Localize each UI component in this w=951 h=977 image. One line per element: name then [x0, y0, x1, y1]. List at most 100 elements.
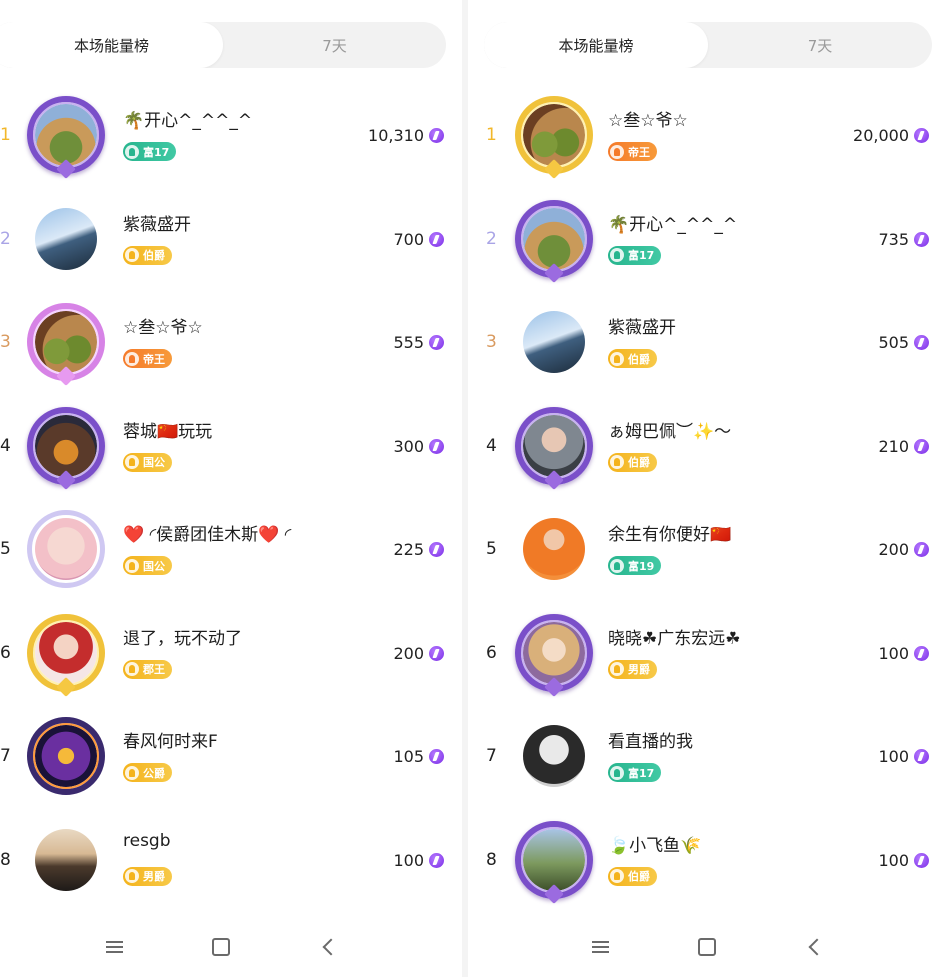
badge-icon [610, 869, 624, 883]
score-value: 20,000 [853, 126, 909, 146]
list-item[interactable]: 3 ☆叁☆爷☆ 帝王 555 [0, 291, 462, 395]
energy-score: 735 [878, 188, 929, 292]
badge-icon [610, 455, 624, 469]
energy-bolt-icon [914, 335, 929, 351]
badge-label: 帝王 [143, 352, 165, 366]
tab-session-energy[interactable]: 本场能量榜 [0, 22, 223, 68]
list-item[interactable]: 1 🌴开心^_^^_^ 富17 10,310 [0, 84, 462, 188]
energy-score: 300 [393, 395, 444, 499]
score-value: 735 [878, 229, 909, 249]
menu-icon[interactable] [580, 917, 620, 977]
score-value: 100 [878, 850, 909, 870]
list-item[interactable]: 2 紫薇盛开 伯爵 700 [0, 188, 462, 292]
list-item[interactable]: 6 晓晓☘广东宏远☘ 男爵 100 [468, 602, 951, 706]
avatar-image [35, 828, 97, 891]
home-icon[interactable] [687, 917, 727, 977]
user-name: 余生有你便好🇨🇳 [608, 525, 732, 545]
avatar[interactable] [26, 717, 106, 795]
avatar[interactable] [26, 613, 106, 697]
energy-bolt-icon [914, 852, 929, 868]
avatar[interactable] [26, 406, 106, 490]
energy-score: 20,000 [853, 84, 929, 188]
list-item[interactable]: 7 看直播的我 富17 100 [468, 705, 951, 809]
avatar[interactable] [26, 303, 106, 386]
badge-label: 帝王 [628, 145, 650, 159]
tab-7-days[interactable]: 7天 [708, 22, 932, 68]
rank-number: 6 [486, 642, 497, 663]
avatar[interactable] [514, 96, 594, 179]
list-item[interactable]: 7 春风何时来F 公爵 105 [0, 705, 462, 809]
home-icon[interactable] [201, 917, 241, 977]
tab-7-days[interactable]: 7天 [223, 22, 446, 68]
energy-score: 10,310 [368, 84, 444, 188]
user-name: 晓晓☘广东宏远☘ [608, 628, 741, 649]
rank-number: 8 [0, 849, 11, 870]
user-name: ❤️ ◜侯爵团佳木斯❤️ ◜ [123, 525, 292, 545]
list-item[interactable]: 6 退了，玩不动了郡王 200 [0, 602, 462, 706]
avatar[interactable] [26, 96, 106, 179]
back-icon[interactable] [308, 917, 348, 977]
user-name: 紫薇盛开 [123, 214, 191, 235]
badge-icon [610, 351, 624, 366]
user-name: 看直播的我 [608, 732, 693, 752]
badge-label: 国公 [143, 559, 165, 573]
list-item[interactable]: 5 余生有你便好🇨🇳 富19 200 [468, 498, 951, 602]
badge-label: 郡王 [143, 663, 165, 676]
avatar[interactable] [514, 406, 594, 490]
leaderboard-panel-right: 本场能量榜 7天 1 ☆叁☆爷☆ 帝王 20,000 2 🌴开心^_^^_^ 富17 735 3… [468, 0, 951, 977]
energy-score: 200 [393, 602, 444, 706]
avatar-frame [27, 717, 105, 795]
score-value: 100 [878, 747, 909, 767]
score-value: 200 [393, 643, 424, 663]
badge-icon [610, 248, 624, 262]
list-item[interactable]: 8 resgb 男爵 100 [0, 809, 462, 913]
level-badge: 国公 [123, 452, 172, 472]
avatar[interactable] [514, 512, 594, 588]
energy-bolt-icon [429, 749, 444, 765]
avatar-image [523, 311, 585, 373]
rank-number: 5 [486, 539, 497, 559]
list-item[interactable]: 4 ぁ姆巴佩︶✨～ 伯爵 210 [468, 395, 951, 499]
energy-score: 100 [878, 809, 929, 913]
list-item[interactable]: 4 蓉城🇨🇳玩玩 国公 300 [0, 395, 462, 499]
energy-bolt-icon [914, 128, 929, 144]
rank-number: 6 [0, 642, 11, 663]
avatar[interactable] [26, 510, 106, 588]
avatar[interactable] [514, 820, 594, 904]
rank-number: 2 [0, 228, 11, 249]
avatar[interactable] [26, 823, 106, 899]
avatar[interactable] [514, 305, 594, 381]
avatar[interactable] [514, 613, 594, 697]
list-item[interactable]: 1 ☆叁☆爷☆ 帝王 20,000 [468, 84, 951, 188]
user-name: 🌴开心^_^^_^ [123, 111, 253, 131]
avatar-image [523, 725, 585, 787]
badge-icon [610, 662, 624, 676]
list-item[interactable]: 3 紫薇盛开 伯爵 505 [468, 291, 951, 395]
tab-session-energy[interactable]: 本场能量榜 [484, 22, 708, 68]
avatar[interactable] [514, 199, 594, 283]
avatar[interactable] [514, 719, 594, 795]
back-icon[interactable] [794, 917, 834, 977]
energy-bolt-icon [429, 335, 444, 351]
rank-number: 7 [0, 746, 11, 766]
level-badge: 富19 [608, 556, 662, 575]
user-name: ☆叁☆爷☆ [608, 111, 688, 131]
list-item[interactable]: 8 🍃小飞鱼🌾 伯爵 100 [468, 809, 951, 913]
rank-number: 3 [486, 332, 497, 352]
energy-score: 555 [393, 291, 444, 395]
menu-icon[interactable] [94, 917, 134, 977]
avatar[interactable] [26, 202, 106, 278]
list-item[interactable]: 5 ❤️ ◜侯爵团佳木斯❤️ ◜ 国公 225 [0, 498, 462, 602]
score-value: 555 [393, 333, 424, 353]
badge-icon [125, 869, 139, 883]
badge-label: 富19 [628, 559, 655, 573]
level-badge: 富17 [608, 763, 662, 782]
energy-bolt-icon [914, 438, 929, 454]
energy-bolt-icon [914, 645, 929, 661]
energy-score: 210 [878, 395, 929, 499]
level-badge: 男爵 [123, 866, 172, 886]
badge-label: 富17 [143, 145, 170, 159]
energy-bolt-icon [914, 231, 929, 247]
list-item[interactable]: 2 🌴开心^_^^_^ 富17 735 [468, 188, 951, 292]
user-name: 退了，玩不动了 [123, 628, 242, 649]
